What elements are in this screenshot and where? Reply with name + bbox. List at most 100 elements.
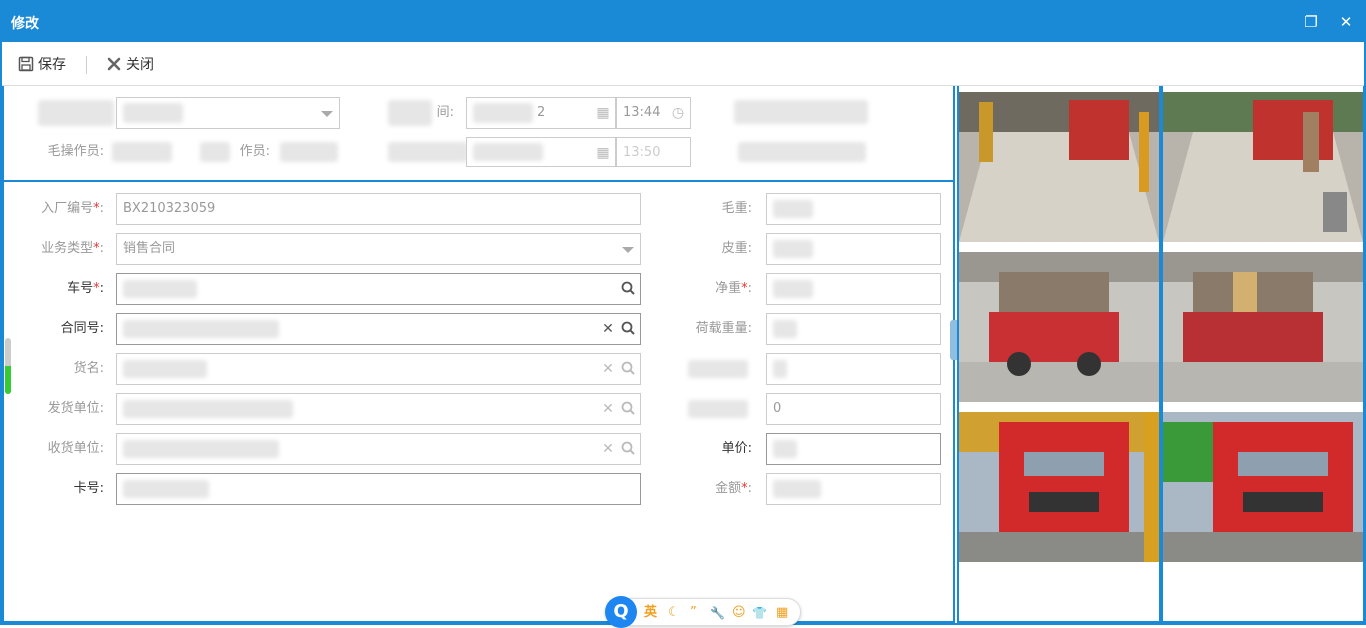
- camera-photo[interactable]: [959, 412, 1159, 562]
- camera-photos-panel: [957, 86, 1365, 623]
- gross-operator-label: 毛操作员:: [47, 144, 104, 159]
- biz-type-select[interactable]: 销售合同: [116, 233, 641, 265]
- blurred-label: [38, 100, 114, 126]
- load-weight-input[interactable]: [766, 313, 941, 345]
- plate-no-input[interactable]: [116, 273, 641, 305]
- net-weight-input[interactable]: [766, 273, 941, 305]
- weighing-summary-panel: 间: 2 ▦ 13:44 ◷ 毛操作员: 作员: ▦ 13:50: [4, 86, 955, 182]
- time-input-2[interactable]: 13:50: [616, 137, 691, 167]
- ime-mode-toggle[interactable]: 英: [644, 604, 657, 622]
- summary-select[interactable]: [116, 97, 340, 129]
- close-button[interactable]: 关闭: [106, 55, 154, 75]
- blurred-field: [738, 142, 866, 162]
- floppy-disk-icon: [18, 56, 34, 72]
- contract-no-input[interactable]: ✕: [116, 313, 641, 345]
- entry-no-label: 入厂编号*:: [41, 201, 104, 216]
- camera-photo[interactable]: [1163, 412, 1363, 562]
- search-icon[interactable]: [620, 394, 636, 424]
- smiley-icon[interactable]: ☺: [732, 604, 746, 622]
- date-input-2[interactable]: ▦: [466, 137, 616, 167]
- close-window-button[interactable]: ✕: [1335, 11, 1357, 33]
- camera-photo[interactable]: [1163, 252, 1363, 402]
- camera-photo[interactable]: [959, 92, 1159, 242]
- blurred-field: [734, 100, 868, 124]
- blurred-label: [688, 400, 748, 418]
- blurred-label: [688, 360, 748, 378]
- unit-price-input[interactable]: [766, 433, 941, 465]
- contract-no-label: 合同号:: [60, 321, 104, 336]
- search-icon[interactable]: [620, 354, 636, 384]
- clear-icon[interactable]: ✕: [600, 394, 616, 424]
- toolbar: 保存 关闭: [2, 42, 1364, 86]
- card-no-label: 卡号:: [73, 481, 104, 496]
- goods-name-input[interactable]: ✕: [116, 353, 641, 385]
- search-icon[interactable]: [620, 314, 636, 344]
- blurred-value: [280, 142, 338, 162]
- clear-icon[interactable]: ✕: [600, 354, 616, 384]
- save-button[interactable]: 保存: [18, 55, 66, 75]
- close-label: 关闭: [126, 57, 154, 73]
- form-area: 间: 2 ▦ 13:44 ◷ 毛操作员: 作员: ▦ 13:50 入厂编号*: …: [2, 86, 955, 623]
- edit-dialog: 修改 ❐ ✕ 保存 关闭 间: 2 ▦ 13:44 ◷ 毛操作员: 作员: ▦ …: [0, 0, 1366, 628]
- tare-weight-label: 皮重:: [721, 241, 752, 256]
- blurred-number-input[interactable]: 0: [766, 393, 941, 425]
- tare-operator-label: 作员:: [239, 144, 270, 159]
- receiver-input[interactable]: ✕: [116, 433, 641, 465]
- shipper-label: 发货单位:: [47, 401, 104, 416]
- tare-weight-input[interactable]: [766, 233, 941, 265]
- receiver-label: 收货单位:: [47, 441, 104, 456]
- entry-no-value: BX210323059: [123, 201, 216, 216]
- wrench-icon[interactable]: 🔧: [710, 604, 725, 622]
- time-label-fragment: 间:: [436, 105, 454, 120]
- gross-weight-input[interactable]: [766, 193, 941, 225]
- search-icon[interactable]: [620, 274, 636, 304]
- camera-photo[interactable]: [959, 252, 1159, 402]
- scroll-indicator[interactable]: [5, 338, 11, 394]
- skin-icon[interactable]: 👕: [752, 604, 767, 622]
- date-fragment: 2: [537, 105, 546, 120]
- goods-name-label: 货名:: [73, 361, 104, 376]
- unit-price-label: 单价:: [721, 441, 752, 456]
- camera-photo[interactable]: [1163, 92, 1363, 242]
- chevron-down-icon: [622, 247, 634, 253]
- load-weight-label: 荷载重量:: [695, 321, 752, 336]
- punctuation-icon[interactable]: ”: [690, 604, 697, 622]
- moon-icon[interactable]: ☾: [668, 604, 680, 622]
- calendar-icon: ▦: [596, 145, 610, 161]
- restore-window-button[interactable]: ❐: [1300, 11, 1322, 33]
- photo-column-right: [1161, 86, 1365, 623]
- search-icon[interactable]: [620, 434, 636, 464]
- entry-no-input[interactable]: BX210323059: [116, 193, 641, 225]
- time2-value: 13:50: [623, 145, 661, 160]
- save-label: 保存: [38, 57, 66, 73]
- photo-column-left: [957, 86, 1161, 623]
- blurred-input[interactable]: [766, 353, 941, 385]
- gross-weight-label: 毛重:: [721, 201, 752, 216]
- biz-type-label: 业务类型*:: [41, 241, 104, 256]
- dialog-title: 修改: [11, 16, 39, 32]
- amount-input[interactable]: [766, 473, 941, 505]
- blurred-value: [200, 142, 230, 162]
- blurred-number-value: 0: [773, 401, 782, 416]
- close-icon: [106, 56, 122, 72]
- calendar-icon: ▦: [596, 105, 610, 121]
- blurred-label: [388, 100, 432, 126]
- card-no-input[interactable]: [116, 473, 641, 505]
- amount-label: 金额*:: [715, 481, 752, 496]
- clear-icon[interactable]: ✕: [600, 314, 616, 344]
- clock-icon: ◷: [671, 105, 685, 121]
- plate-no-label: 车号*:: [67, 281, 104, 296]
- biz-type-value: 销售合同: [123, 241, 176, 256]
- chevron-down-icon: [321, 111, 333, 117]
- toolbar-divider: [86, 56, 87, 74]
- title-bar: 修改 ❐ ✕: [2, 2, 1364, 42]
- net-weight-label: 净重*:: [715, 281, 752, 296]
- date-input[interactable]: 2 ▦: [466, 97, 616, 129]
- clear-icon[interactable]: ✕: [600, 434, 616, 464]
- time-input[interactable]: 13:44 ◷: [616, 97, 691, 129]
- ime-logo[interactable]: Q: [605, 596, 637, 628]
- time-value: 13:44: [623, 105, 661, 120]
- blurred-value: [112, 142, 172, 162]
- shipper-input[interactable]: ✕: [116, 393, 641, 425]
- grid-icon[interactable]: ▦: [776, 604, 788, 622]
